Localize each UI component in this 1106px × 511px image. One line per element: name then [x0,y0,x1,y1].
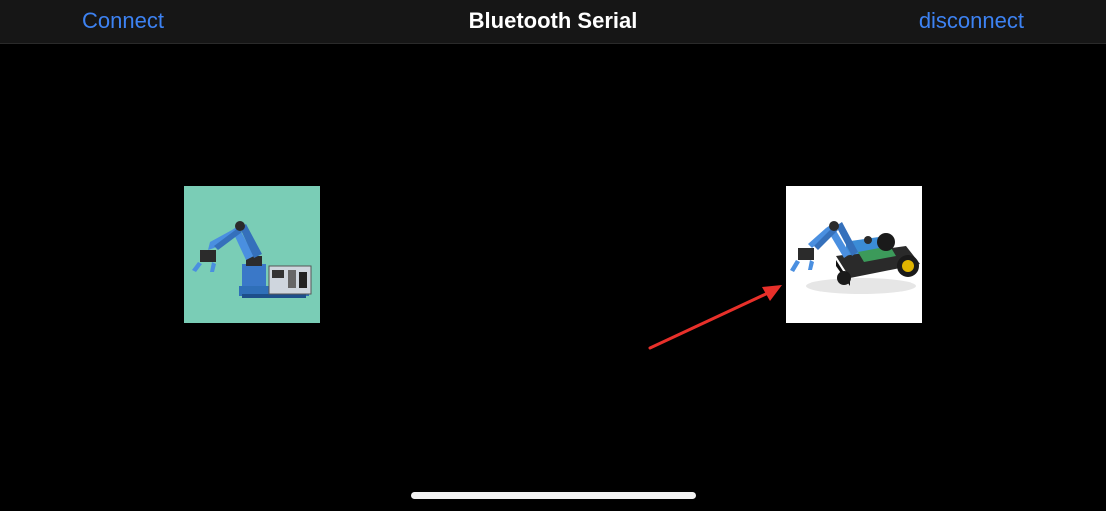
robot-arm-car-kit-tile[interactable] [786,186,922,323]
disconnect-button[interactable]: disconnect [919,7,1024,35]
robot-arm-kit-tile[interactable] [184,186,320,323]
robot-arm-car-kit-icon [790,221,920,294]
robot-arm-kit-icon [192,221,312,298]
annotation-arrow-icon [648,285,782,350]
navigation-bar: Connect Bluetooth Serial disconnect [0,0,1106,44]
home-indicator[interactable] [411,492,696,499]
